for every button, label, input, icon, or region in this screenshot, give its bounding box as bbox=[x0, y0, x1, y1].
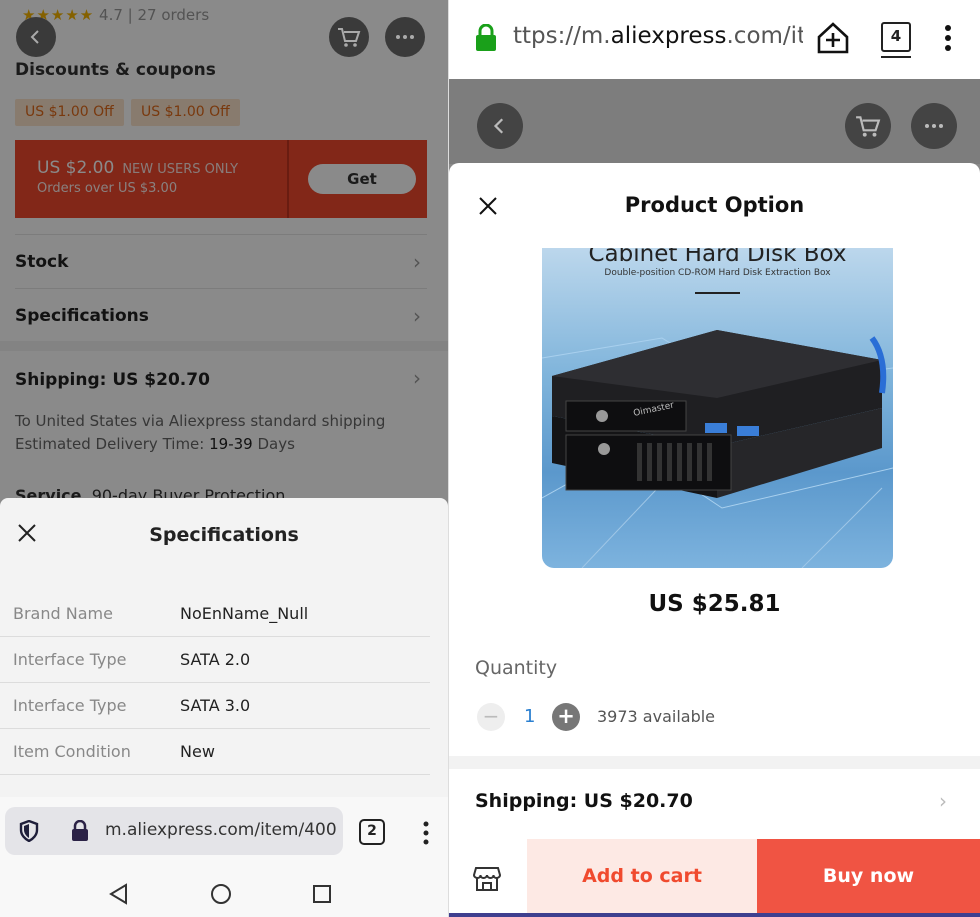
browser-top-bar: ttps://m.aliexpress.com/ite 4 bbox=[449, 0, 980, 79]
url-text: m.aliexpress.com/item/400 bbox=[105, 820, 337, 840]
url-text[interactable]: ttps://m.aliexpress.com/ite bbox=[513, 23, 803, 49]
shipping-row[interactable]: Shipping: US $20.70 bbox=[475, 790, 693, 812]
lock-icon bbox=[72, 820, 88, 841]
spec-row: Brand Name NoEnName_Null bbox=[0, 591, 430, 637]
image-rule bbox=[695, 292, 740, 294]
tab-underline bbox=[881, 56, 911, 58]
bottom-accent-line bbox=[449, 913, 980, 917]
nav-back-icon[interactable] bbox=[108, 883, 130, 905]
cart-button[interactable] bbox=[329, 17, 369, 57]
spec-value: NoEnName_Null bbox=[180, 604, 309, 623]
image-subheading: Double-position CD-ROM Hard Disk Extract… bbox=[604, 268, 831, 278]
more-button[interactable] bbox=[911, 103, 957, 149]
spec-key: Item Condition bbox=[13, 742, 131, 761]
menu-dots-icon[interactable] bbox=[943, 24, 953, 52]
url-suffix: .com/ite bbox=[726, 23, 804, 49]
quantity-decrease-button[interactable]: − bbox=[477, 703, 505, 731]
tab-count-button[interactable]: 4 bbox=[881, 22, 911, 52]
right-browser-pane: ttps://m.aliexpress.com/ite 4 Product Op… bbox=[449, 0, 980, 917]
cart-icon bbox=[856, 116, 881, 137]
spec-row: Interface Type SATA 2.0 bbox=[0, 637, 430, 683]
sheet-title: Product Option bbox=[624, 193, 805, 217]
url-domain: aliexpress bbox=[610, 23, 727, 49]
add-home-icon[interactable] bbox=[815, 20, 851, 56]
available-stock: 3973 available bbox=[597, 707, 716, 726]
store-icon[interactable] bbox=[473, 866, 501, 892]
address-bar[interactable]: m.aliexpress.com/item/400 bbox=[5, 807, 343, 855]
action-bar: Add to cart Buy now bbox=[449, 839, 980, 917]
cart-button[interactable] bbox=[845, 103, 891, 149]
spec-row: Interface Type SATA 3.0 bbox=[0, 683, 430, 729]
buy-now-button[interactable]: Buy now bbox=[757, 839, 980, 913]
spec-key: Interface Type bbox=[13, 650, 127, 669]
left-browser-pane: ★★★★★ 4.7 | 27 orders Discounts & coupon… bbox=[0, 0, 448, 917]
quantity-increase-button[interactable]: + bbox=[552, 703, 580, 731]
back-button[interactable] bbox=[477, 103, 523, 149]
more-button[interactable] bbox=[385, 17, 425, 57]
add-to-cart-button[interactable]: Add to cart bbox=[527, 839, 757, 913]
chevron-right-icon: › bbox=[939, 789, 947, 813]
tab-count-button[interactable]: 2 bbox=[359, 819, 385, 845]
quantity-value[interactable]: 1 bbox=[524, 706, 535, 727]
more-dots-icon bbox=[925, 124, 943, 128]
spec-value: New bbox=[180, 742, 215, 761]
spec-key: Brand Name bbox=[13, 604, 113, 623]
spec-key: Interface Type bbox=[13, 696, 127, 715]
product-price: US $25.81 bbox=[648, 591, 781, 617]
menu-dots-icon[interactable] bbox=[416, 819, 436, 847]
more-dots-icon bbox=[396, 35, 414, 39]
sheet-title: Specifications bbox=[149, 524, 299, 546]
quantity-label: Quantity bbox=[475, 657, 558, 679]
spec-value: SATA 2.0 bbox=[180, 650, 251, 669]
hard-disk-box-illustration: Oimaster bbox=[542, 330, 893, 568]
url-prefix: ttps://m. bbox=[513, 23, 611, 49]
image-heading: Cabinet Hard Disk Box bbox=[588, 248, 847, 267]
system-nav-bar bbox=[0, 872, 448, 917]
spec-row: Item Condition New bbox=[0, 729, 430, 775]
chevron-left-icon bbox=[493, 118, 504, 134]
section-separator bbox=[449, 756, 980, 769]
spec-value: SATA 3.0 bbox=[180, 696, 251, 715]
cart-icon bbox=[338, 28, 361, 47]
nav-recents-icon[interactable] bbox=[312, 884, 332, 904]
product-image[interactable]: Cabinet Hard Disk Box Double-position CD… bbox=[542, 248, 893, 568]
shield-icon[interactable] bbox=[19, 820, 39, 842]
product-option-sheet: Product Option Cabinet Hard Disk Box Dou… bbox=[449, 163, 980, 917]
back-button[interactable] bbox=[16, 17, 56, 57]
lock-icon bbox=[476, 24, 496, 51]
nav-home-icon[interactable] bbox=[210, 883, 232, 905]
chevron-left-icon bbox=[30, 30, 39, 44]
